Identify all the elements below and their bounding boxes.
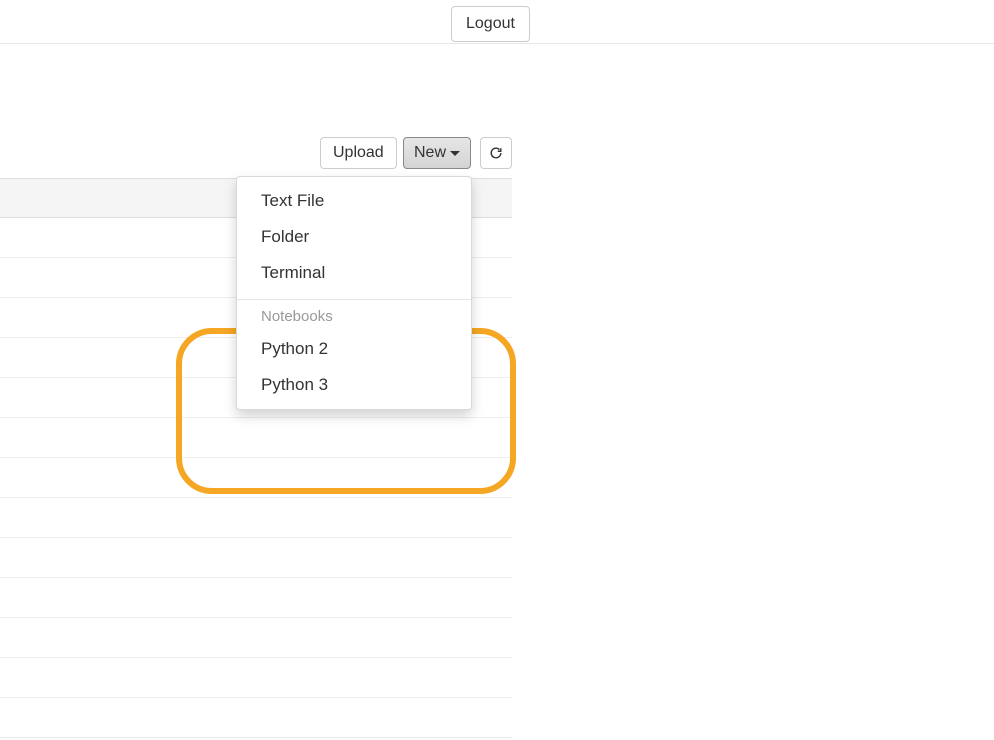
refresh-button[interactable] [480, 137, 512, 169]
dropdown-item-text-file[interactable]: Text File [237, 183, 471, 219]
logout-button[interactable]: Logout [451, 6, 530, 42]
refresh-icon [489, 145, 503, 161]
list-row[interactable] [0, 618, 512, 658]
dropdown-item-python2[interactable]: Python 2 [237, 331, 471, 367]
list-row[interactable] [0, 578, 512, 618]
dropdown-item-python3[interactable]: Python 3 [237, 367, 471, 403]
dropdown-item-folder[interactable]: Folder [237, 219, 471, 255]
list-row[interactable] [0, 418, 512, 458]
new-button-label: New [414, 144, 446, 162]
list-row[interactable] [0, 698, 512, 738]
toolbar: Upload New [0, 137, 512, 171]
caret-down-icon [450, 151, 460, 156]
new-dropdown-menu: Text File Folder Terminal Notebooks Pyth… [236, 176, 472, 410]
new-dropdown-button[interactable]: New [403, 137, 471, 169]
list-row[interactable] [0, 658, 512, 698]
dropdown-divider [237, 299, 471, 300]
list-row[interactable] [0, 458, 512, 498]
header-bar: Logout [0, 0, 994, 44]
list-row[interactable] [0, 498, 512, 538]
list-row[interactable] [0, 538, 512, 578]
dropdown-section-header: Notebooks [237, 304, 471, 331]
upload-button[interactable]: Upload [320, 137, 397, 169]
dropdown-item-terminal[interactable]: Terminal [237, 255, 471, 291]
